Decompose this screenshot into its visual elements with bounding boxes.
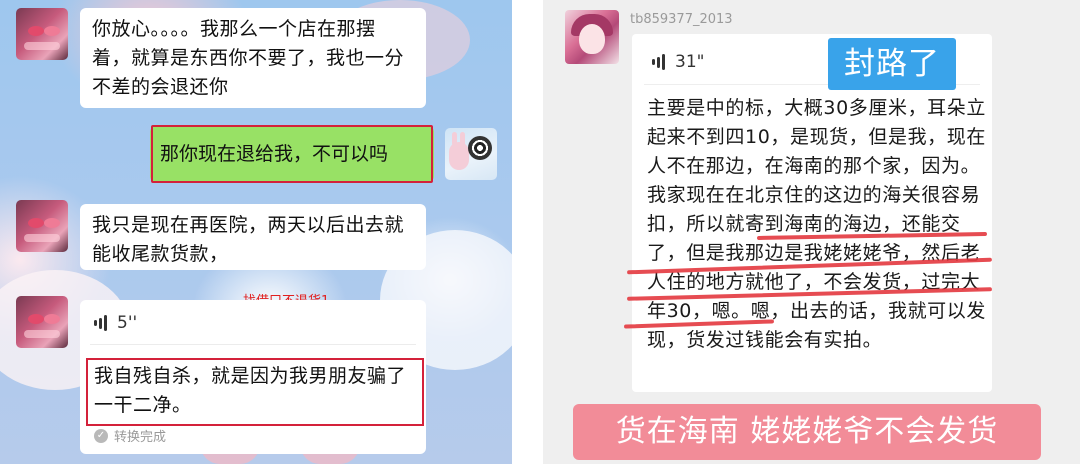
- caption-tag: 封路了: [828, 38, 956, 90]
- message-bubble: 你放心。。。。我那么一个店在那摆着，就算是东西你不要了，我也一分不差的会退还你: [80, 8, 426, 108]
- highlight-box: [86, 358, 424, 426]
- avatar[interactable]: [565, 10, 619, 64]
- divider: [90, 344, 416, 345]
- avatar[interactable]: [16, 200, 68, 252]
- voice-message-row[interactable]: 31": [652, 52, 704, 72]
- message-bubble: 我只是现在再医院，两天以后出去就能收尾款货款，: [80, 204, 426, 270]
- voice-wave-icon: [652, 54, 665, 70]
- highlight-box: [151, 125, 433, 183]
- voice-duration: 31": [675, 52, 705, 72]
- username: tb859377_2013: [630, 12, 733, 27]
- avatar[interactable]: [16, 8, 68, 60]
- voice-duration: 5'': [117, 313, 138, 333]
- convert-status: ✓ 转换完成: [94, 426, 166, 445]
- convert-status-label: 转换完成: [114, 430, 167, 445]
- voice-wave-icon: [94, 315, 107, 331]
- right-chat-screenshot: tb859377_2013 31" 主要是中的标，大概30多厘米，耳朵立起来不到…: [543, 0, 1080, 464]
- voice-message-row[interactable]: 5'': [94, 312, 137, 334]
- caption-tag: 货在海南 姥姥姥爷不会发货: [573, 404, 1041, 460]
- check-circle-icon: ✓: [94, 428, 108, 443]
- left-chat-screenshot: 你放心。。。。我那么一个店在那摆着，就算是东西你不要了，我也一分不差的会退还你 …: [0, 0, 512, 464]
- voice-transcript: 主要是中的标，大概30多厘米，耳朵立起来不到四10，是现货，但是我，现在人不在那…: [647, 97, 986, 351]
- avatar[interactable]: [445, 128, 497, 180]
- avatar[interactable]: [16, 296, 68, 348]
